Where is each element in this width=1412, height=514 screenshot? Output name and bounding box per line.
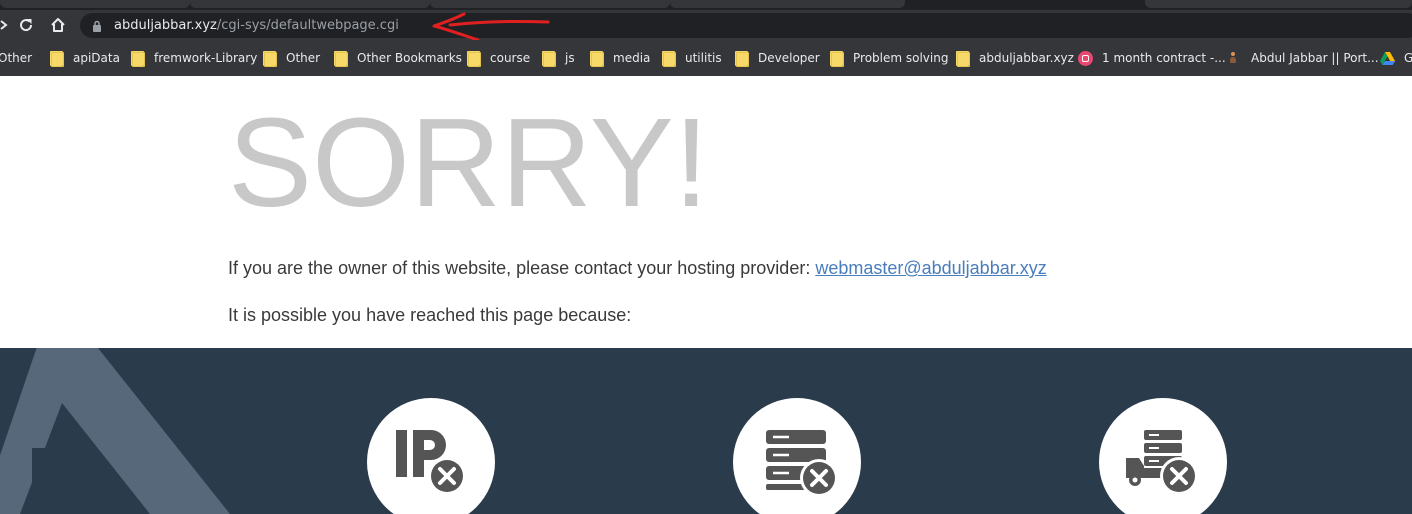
owner-contact-text: If you are the owner of this website, pl… — [228, 258, 1047, 279]
folder-icon — [662, 50, 676, 67]
bookmark-item[interactable]: course — [467, 50, 531, 67]
home-icon[interactable] — [47, 14, 69, 36]
background-logo-icon — [0, 348, 230, 514]
bookmark-item[interactable]: apiData — [50, 50, 120, 67]
bookmark-item[interactable]: utilitis — [662, 50, 722, 67]
reason-intro-text: It is possible you have reached this pag… — [228, 305, 632, 325]
bookmark-item[interactable]: media — [590, 50, 651, 67]
bookmark-label: Other — [0, 51, 33, 65]
reasons-section — [0, 348, 1412, 514]
folder-icon — [830, 50, 844, 67]
bookmark-item[interactable]: Other — [0, 50, 32, 66]
tab-strip — [0, 0, 1412, 10]
folder-icon — [50, 50, 64, 67]
forward-icon[interactable] — [0, 14, 16, 36]
folder-icon — [131, 50, 145, 67]
folder-icon — [735, 50, 749, 67]
site-favicon-icon — [1078, 50, 1093, 66]
portfolio-favicon-icon — [1230, 52, 1236, 64]
webmaster-email-link[interactable]: webmaster@abduljabbar.xyz — [815, 258, 1046, 278]
bookmark-label: 1 month contract -... — [1102, 51, 1226, 65]
bookmark-item[interactable]: Other Bookmarks — [334, 50, 462, 67]
tab[interactable] — [430, 0, 670, 8]
bookmark-item[interactable]: fremwork-Library — [131, 50, 258, 67]
bookmark-label: js — [565, 51, 575, 65]
bookmark-label: Abdul Jabbar || Port... — [1251, 51, 1379, 65]
server-moved-icon — [1099, 398, 1227, 514]
folder-icon — [263, 50, 277, 67]
bookmark-label: fremwork-Library — [154, 51, 258, 65]
bookmark-item[interactable]: Abdul Jabbar || Port... — [1230, 50, 1379, 66]
bookmark-label: Other Bookmarks — [357, 51, 462, 65]
bookmark-label: apiData — [73, 51, 120, 65]
url-path: /cgi-sys/defaultwebpage.cgi — [216, 18, 399, 33]
folder-icon — [956, 50, 970, 67]
folder-icon — [467, 50, 481, 67]
bookmark-item[interactable]: 1 month contract -... — [1078, 50, 1226, 66]
browser-toolbar: abduljabbar.xyz/cgi-sys/defaultwebpage.c… — [0, 10, 1412, 42]
bookmark-label: abduljabbar.xyz — [979, 51, 1074, 65]
bookmark-item[interactable]: js — [542, 50, 575, 67]
page-title: SORRY! — [228, 92, 709, 233]
bookmark-label: G — [1404, 51, 1412, 65]
bookmark-item[interactable]: Developer — [735, 50, 820, 67]
annotation-arrow-icon — [432, 12, 550, 42]
bookmark-label: Other — [286, 51, 321, 65]
bookmark-label: media — [613, 51, 651, 65]
bookmark-label: Developer — [758, 51, 820, 65]
bookmark-label: course — [490, 51, 531, 65]
ip-error-icon — [367, 398, 495, 514]
address-bar[interactable]: abduljabbar.xyz/cgi-sys/defaultwebpage.c… — [80, 13, 1412, 38]
bookmark-item[interactable]: G — [1380, 50, 1412, 66]
bookmark-label: Problem solving — [853, 51, 949, 65]
google-drive-icon — [1380, 51, 1395, 65]
lock-icon[interactable] — [92, 19, 102, 37]
tab[interactable] — [1145, 0, 1412, 8]
tab[interactable] — [670, 0, 905, 8]
folder-icon — [542, 50, 556, 67]
bookmark-item[interactable]: Problem solving — [830, 50, 949, 67]
reload-icon[interactable] — [15, 14, 37, 36]
folder-icon — [590, 50, 604, 67]
url-host: abduljabbar.xyz — [114, 18, 217, 33]
bookmark-item[interactable]: abduljabbar.xyz — [956, 50, 1074, 67]
server-error-icon — [733, 398, 861, 514]
folder-icon — [334, 50, 348, 67]
bookmark-item[interactable]: Other — [263, 50, 321, 67]
tab[interactable] — [0, 0, 190, 8]
bookmark-label: utilitis — [685, 51, 722, 65]
owner-contact-label: If you are the owner of this website, pl… — [228, 258, 816, 278]
url-text: abduljabbar.xyz/cgi-sys/defaultwebpage.c… — [114, 18, 399, 33]
bookmarks-bar: Other apiData fremwork-Library Other Oth… — [0, 40, 1412, 76]
tab[interactable] — [190, 0, 430, 8]
